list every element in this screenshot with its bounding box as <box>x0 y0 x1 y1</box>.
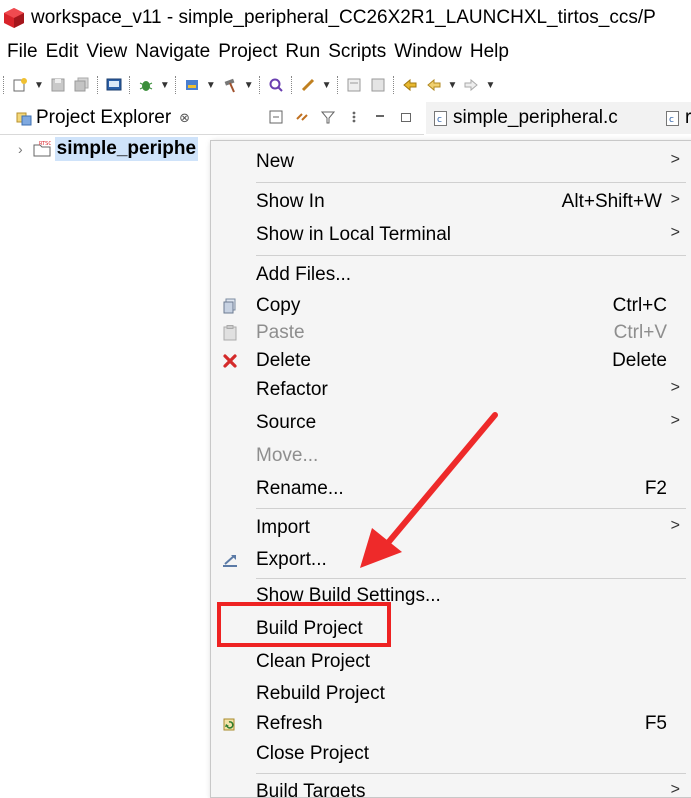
debug-dropdown-icon[interactable]: ▼ <box>160 80 170 91</box>
filter-icon[interactable] <box>320 109 336 125</box>
new-dropdown-icon[interactable]: ▼ <box>34 80 44 91</box>
project-folder-icon: RTSC <box>33 141 51 157</box>
menu-run[interactable]: Run <box>285 41 320 63</box>
copy-icon <box>221 297 239 315</box>
c-file-icon: c <box>666 110 679 126</box>
menu-item-paste[interactable]: Paste Ctrl+V <box>211 318 691 348</box>
menu-item-clean-project[interactable]: Clean Project <box>211 647 691 677</box>
editor-tab-label: simple_peripheral.c <box>453 107 618 128</box>
collapse-all-icon[interactable] <box>268 109 284 125</box>
editor-tab-simple-peripheral-c[interactable]: c simple_peripheral.c <box>426 102 618 134</box>
submenu-arrow-icon: > <box>670 379 680 396</box>
flash-dropdown-icon[interactable]: ▼ <box>206 80 216 91</box>
export-icon <box>221 551 239 569</box>
back-icon[interactable] <box>425 76 443 94</box>
outline-icon[interactable] <box>345 76 363 94</box>
build-project-highlight-box <box>217 602 391 647</box>
menu-item-show-in[interactable]: Show In Alt+Shift+W > <box>211 187 691 217</box>
pen-icon[interactable] <box>299 76 317 94</box>
ccs-app-icon <box>4 8 24 28</box>
menu-item-refactor[interactable]: Refactor > <box>211 375 691 405</box>
forward-dropdown-icon[interactable]: ▼ <box>485 80 495 91</box>
search-icon[interactable] <box>267 76 285 94</box>
menu-item-delete[interactable]: Delete Delete <box>211 346 691 376</box>
menu-item-build-targets[interactable]: Build Targets > <box>211 777 691 798</box>
menu-edit[interactable]: Edit <box>46 41 79 63</box>
editor-tab-label: r <box>685 107 691 128</box>
maximize-icon[interactable] <box>398 109 414 125</box>
window-title: workspace_v11 - simple_peripheral_CC26X2… <box>31 7 656 28</box>
close-icon[interactable]: ⊗ <box>179 110 190 126</box>
menu-bar: File Edit View Navigate Project Run Scri… <box>0 36 691 68</box>
project-explorer-tab[interactable]: Project Explorer ⊗ <box>0 102 191 134</box>
save-all-icon[interactable] <box>73 76 91 94</box>
c-file-icon: c <box>434 110 447 126</box>
title-bar: workspace_v11 - simple_peripheral_CC26X2… <box>0 0 691 36</box>
menu-item-add-files[interactable]: Add Files... <box>211 260 691 290</box>
menu-item-new[interactable]: New > <box>211 147 691 177</box>
project-explorer-icon <box>16 112 32 126</box>
pen-dropdown-icon[interactable]: ▼ <box>322 80 332 91</box>
project-explorer-toolbar <box>268 109 414 125</box>
menu-separator <box>256 182 686 183</box>
editor-tab-bar: c simple_peripheral.c c r <box>426 102 691 135</box>
submenu-arrow-icon: > <box>670 151 680 168</box>
menu-file[interactable]: File <box>7 41 38 63</box>
delete-icon <box>221 352 239 370</box>
view-icon[interactable] <box>369 76 387 94</box>
view-menu-icon[interactable] <box>346 109 362 125</box>
menu-help[interactable]: Help <box>470 41 509 63</box>
build-hammer-icon[interactable] <box>221 76 239 94</box>
submenu-arrow-icon: > <box>670 781 680 798</box>
submenu-arrow-icon: > <box>670 412 680 429</box>
submenu-arrow-icon: > <box>670 191 680 208</box>
menu-item-refresh[interactable]: Refresh F5 <box>211 709 691 739</box>
build-dropdown-icon[interactable]: ▼ <box>244 80 254 91</box>
toolbar-grip <box>3 76 5 94</box>
expand-arrow-icon[interactable]: › <box>18 141 23 157</box>
svg-text:c: c <box>669 115 674 125</box>
prev-edit-icon[interactable] <box>401 76 419 94</box>
menu-project[interactable]: Project <box>218 41 277 63</box>
main-toolbar: ▼ ▼ ▼ ▼ ▼ ▼ ▼ <box>0 70 691 100</box>
project-explorer-header: Project Explorer ⊗ <box>0 102 424 135</box>
menu-navigate[interactable]: Navigate <box>135 41 210 63</box>
forward-icon[interactable] <box>462 76 480 94</box>
paste-icon <box>221 324 239 342</box>
svg-text:RTSC: RTSC <box>39 141 51 147</box>
editor-tab-second[interactable]: c r <box>658 102 691 134</box>
menu-scripts[interactable]: Scripts <box>328 41 386 63</box>
minimize-icon[interactable] <box>372 109 388 125</box>
save-icon[interactable] <box>49 76 67 94</box>
menu-item-copy[interactable]: Copy Ctrl+C <box>211 291 691 321</box>
project-name: simple_periphe <box>54 137 199 161</box>
debug-icon[interactable] <box>137 76 155 94</box>
new-icon[interactable] <box>11 76 29 94</box>
menu-separator <box>256 773 686 774</box>
refresh-icon <box>221 715 239 733</box>
back-dropdown-icon[interactable]: ▼ <box>448 80 458 91</box>
terminal-icon[interactable] <box>105 76 123 94</box>
menu-item-rebuild-project[interactable]: Rebuild Project <box>211 679 691 709</box>
submenu-arrow-icon: > <box>670 517 680 534</box>
flash-icon[interactable] <box>183 76 201 94</box>
submenu-arrow-icon: > <box>670 224 680 241</box>
annotation-arrow-icon <box>360 412 498 568</box>
project-explorer-title: Project Explorer <box>36 107 172 128</box>
menu-item-close-project[interactable]: Close Project <box>211 739 691 769</box>
link-editor-icon[interactable] <box>294 109 310 125</box>
menu-window[interactable]: Window <box>394 41 462 63</box>
menu-item-show-in-local-terminal[interactable]: Show in Local Terminal > <box>211 220 691 250</box>
menu-view[interactable]: View <box>86 41 127 63</box>
menu-separator <box>256 255 686 256</box>
svg-text:c: c <box>437 115 442 125</box>
